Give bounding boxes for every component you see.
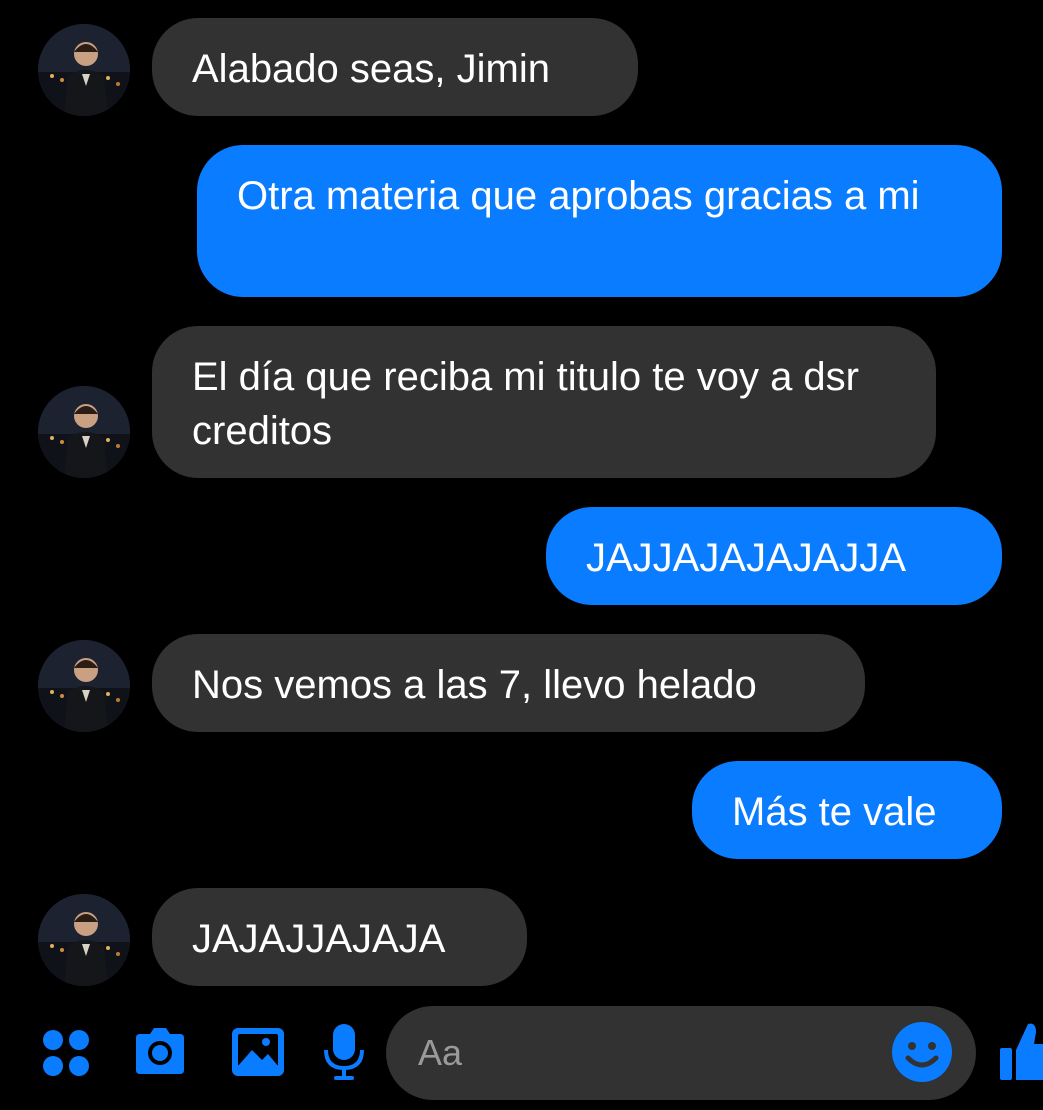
contact-avatar[interactable] xyxy=(38,640,130,732)
emoji-button[interactable] xyxy=(890,1020,954,1084)
like-button[interactable] xyxy=(996,1020,1043,1084)
outgoing-message[interactable]: Otra materia que aprobas gracias a mi xyxy=(197,145,1002,297)
conversation-thread: Alabado seas, Jimin Otra materia que apr… xyxy=(0,0,1043,1000)
avatar-photo xyxy=(38,24,130,116)
microphone-button[interactable] xyxy=(316,1022,372,1082)
outgoing-message[interactable]: JAJJAJAJAJAJJA xyxy=(546,507,1002,605)
camera-icon xyxy=(136,1028,184,1074)
avatar-photo xyxy=(38,640,130,732)
incoming-message[interactable]: El día que reciba mi titulo te voy a dsr… xyxy=(152,326,936,478)
message-input-placeholder: Aa xyxy=(418,1032,463,1073)
message-composer: Aa xyxy=(0,1000,1043,1110)
contact-avatar[interactable] xyxy=(38,386,130,478)
apps-icon xyxy=(43,1030,89,1076)
thumbs-up-icon xyxy=(1000,1023,1043,1080)
contact-avatar[interactable] xyxy=(38,24,130,116)
incoming-message[interactable]: Alabado seas, Jimin xyxy=(152,18,638,116)
avatar-photo xyxy=(38,386,130,478)
emoji-icon xyxy=(892,1022,952,1082)
contact-avatar[interactable] xyxy=(38,894,130,986)
message-input[interactable] xyxy=(386,1006,976,1100)
avatar-photo xyxy=(38,894,130,986)
outgoing-message[interactable]: Más te vale xyxy=(692,761,1002,859)
apps-button[interactable] xyxy=(36,1022,96,1082)
gallery-icon xyxy=(232,1028,284,1076)
incoming-message[interactable]: Nos vemos a las 7, llevo helado xyxy=(152,634,865,732)
gallery-button[interactable] xyxy=(228,1022,288,1082)
incoming-message[interactable]: JAJAJJAJAJA xyxy=(152,888,527,986)
camera-button[interactable] xyxy=(130,1022,190,1082)
microphone-icon xyxy=(324,1024,364,1080)
